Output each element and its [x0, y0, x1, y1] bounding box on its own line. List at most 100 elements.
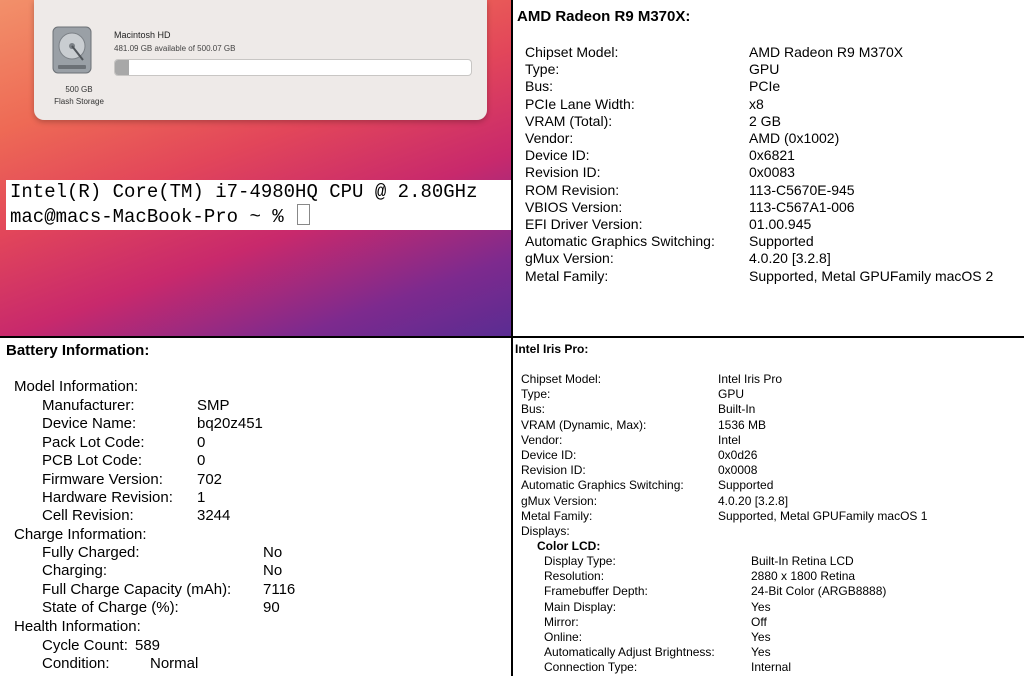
amd-info-label: Vendor:	[525, 130, 574, 146]
intel-display-info-label: Mirror:	[544, 614, 579, 629]
battery-charge-info-value: 90	[263, 599, 280, 617]
intel-display-info-value: Off	[751, 614, 767, 629]
battery-health-header: Health Information:	[14, 618, 141, 635]
amd-info-value: PCIe	[749, 78, 781, 95]
terminal-prompt-line[interactable]: mac@macs-MacBook-Pro ~ %	[6, 204, 511, 229]
intel-gpu-title: Intel Iris Pro:	[515, 342, 589, 356]
battery-model-info-label: PCB Lot Code:	[42, 452, 143, 470]
battery-model-info-label: Device Name:	[42, 415, 137, 433]
terminal-prompt: mac@macs-MacBook-Pro ~ %	[10, 206, 296, 228]
battery-model-info-label: Hardware Revision:	[42, 489, 173, 506]
battery-model-info-value: bq20z451	[197, 415, 263, 433]
intel-display-info-label: Connection Type:	[544, 660, 638, 675]
amd-info-value: 2 GB	[749, 112, 781, 129]
battery-model-info-value: 0	[197, 433, 206, 451]
battery-model-info-label: Manufacturer:	[42, 397, 135, 414]
intel-info-label: VRAM (Dynamic, Max):	[521, 417, 647, 432]
battery-panel: Battery Information: Model Information: M…	[0, 338, 511, 676]
hard-drive-icon	[52, 26, 92, 74]
terminal-output-line: Intel(R) Core(TM) i7-4980HQ CPU @ 2.80GH…	[10, 181, 478, 203]
intel-display-info-value: Yes	[751, 599, 771, 614]
battery-model-info-value: 702	[197, 470, 223, 488]
intel-gpu-panel: Intel Iris Pro: Chipset Model: Intel Iris…	[513, 338, 1024, 676]
terminal-window[interactable]: Intel(R) Core(TM) i7-4980HQ CPU @ 2.80GH…	[6, 180, 511, 230]
intel-display-info-label: Automatically Adjust Brightness:	[544, 645, 715, 660]
amd-info-label: Chipset Model:	[525, 44, 619, 60]
storage-usage-bar	[114, 59, 472, 76]
disk-type: Flash Storage	[54, 97, 104, 106]
intel-info-value: Built-In	[718, 402, 756, 417]
intel-info-label: Revision ID:	[521, 463, 586, 478]
amd-info-label: gMux Version:	[525, 250, 614, 267]
amd-info-label: Device ID:	[525, 147, 590, 164]
disk-capacity-caption: 500 GB Flash Storage	[34, 84, 124, 108]
amd-info-value: 113-C5670E-945	[749, 181, 855, 198]
intel-display-info-value: Yes	[751, 645, 771, 660]
amd-info-value: 0x6821	[749, 147, 795, 164]
battery-charge-info-label: Full Charge Capacity (mAh):	[42, 580, 232, 598]
battery-charge-info-value: No	[263, 562, 283, 580]
battery-charge-header: Charge Information:	[14, 526, 147, 543]
battery-model-info-value: 3244	[197, 507, 231, 525]
intel-display-info-label: Main Display:	[544, 599, 617, 614]
intel-info-value: 0x0d26	[718, 448, 758, 462]
amd-info-label: Automatic Graphics Switching:	[525, 233, 715, 250]
battery-charge-info-label: Fully Charged:	[42, 544, 140, 561]
battery-model-info-label: Cell Revision:	[42, 507, 134, 525]
storage-card: 500 GB Flash Storage Macintosh HD 481.09…	[34, 0, 487, 120]
intel-display-info-value: Built-In Retina LCD	[751, 554, 854, 568]
disk-capacity: 500 GB	[65, 85, 93, 94]
desktop-panel: 500 GB Flash Storage Macintosh HD 481.09…	[0, 0, 511, 336]
amd-info-label: Type:	[525, 61, 560, 78]
amd-info-value: x8	[749, 95, 764, 112]
volume-available: 481.09 GB available of 500.07 GB	[114, 44, 236, 53]
intel-display-info-label: Resolution:	[544, 569, 605, 584]
amd-gpu-title: AMD Radeon R9 M370X:	[517, 8, 691, 25]
battery-health-info-label: Cycle Count:	[42, 637, 128, 654]
battery-model-info-label: Firmware Version:	[42, 470, 163, 488]
battery-charge-info-value: 7116	[263, 580, 296, 598]
battery-model-info-value: 1	[197, 489, 206, 506]
amd-info-label: VRAM (Total):	[525, 112, 613, 129]
battery-model-info-value: SMP	[197, 397, 230, 414]
battery-health-info-label: Condition:	[42, 655, 110, 673]
battery-health-info-value: Normal	[150, 655, 199, 673]
intel-display-info-label: Online:	[544, 630, 583, 644]
amd-info-label: Revision ID:	[525, 164, 601, 181]
intel-info-label: gMux Version:	[521, 493, 598, 508]
amd-info-value: 01.00.945	[749, 216, 812, 232]
battery-model-info-value: 0	[197, 452, 206, 470]
intel-info-label: Vendor:	[521, 432, 563, 447]
amd-gpu-panel: AMD Radeon R9 M370X: Chipset Model: AMD R…	[513, 0, 1024, 336]
intel-info-value: Intel Iris Pro	[718, 372, 783, 386]
intel-info-label: Chipset Model:	[521, 372, 602, 386]
amd-info-label: VBIOS Version:	[525, 198, 623, 215]
intel-display-info-label: Display Type:	[544, 554, 616, 568]
amd-info-value: 0x0083	[749, 164, 795, 181]
volume-name: Macintosh HD	[114, 30, 171, 40]
amd-info-value: Supported	[749, 233, 814, 250]
amd-info-value: AMD (0x1002)	[749, 130, 840, 146]
intel-info-label: Automatic Graphics Switching:	[521, 478, 684, 493]
intel-info-label: Bus:	[521, 402, 546, 417]
intel-display-info-label: Framebuffer Depth:	[544, 584, 648, 599]
intel-info-value: Intel	[718, 432, 741, 447]
intel-info-label: Device ID:	[521, 448, 577, 462]
battery-charge-info-label: Charging:	[42, 562, 108, 580]
amd-info-label: Bus:	[525, 78, 554, 95]
intel-info-value: 1536 MB	[718, 417, 767, 432]
storage-usage-fill	[115, 60, 129, 75]
battery-charge-info-value: No	[263, 544, 283, 561]
amd-info-label: ROM Revision:	[525, 181, 620, 198]
amd-info-label: Metal Family:	[525, 267, 609, 284]
intel-display-info-value: 2880 x 1800 Retina	[751, 569, 856, 584]
intel-info-label: Type:	[521, 387, 551, 402]
intel-info-value: Supported	[718, 478, 774, 493]
intel-display-name: Color LCD:	[537, 539, 601, 553]
amd-info-value: 4.0.20 [3.2.8]	[749, 250, 831, 267]
battery-charge-info-label: State of Charge (%):	[42, 599, 179, 617]
amd-info-label: EFI Driver Version:	[525, 216, 643, 232]
amd-info-value: 113-C567A1-006	[749, 198, 855, 215]
battery-title: Battery Information:	[6, 342, 150, 359]
intel-displays-header: Displays:	[521, 524, 570, 538]
